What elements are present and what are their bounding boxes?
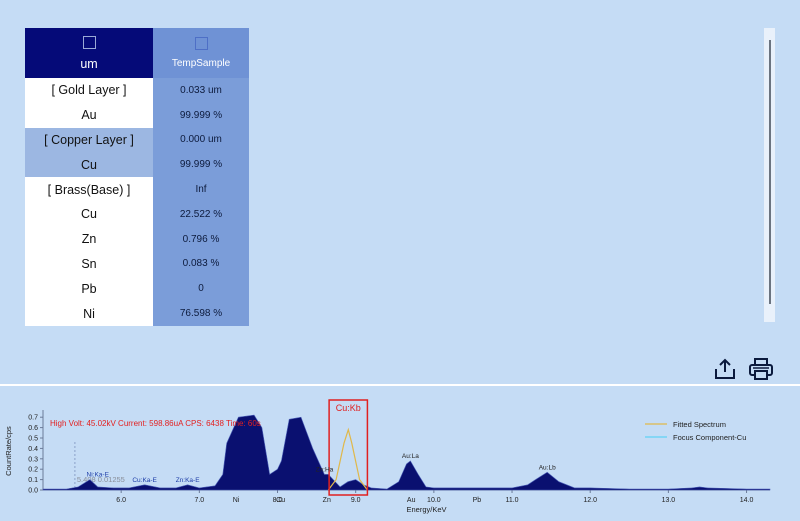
y-tick-label: 0.5 xyxy=(28,436,38,443)
row-label[interactable]: Pb xyxy=(25,276,153,302)
results-table: um TempSample [ Gold Layer ] 0.033 um Au 99… xyxy=(25,28,249,326)
row-label[interactable]: [ Copper Layer ] xyxy=(25,127,153,153)
y-tick-label: 0.2 xyxy=(28,467,38,474)
row-value[interactable]: 22.522 % xyxy=(153,201,249,227)
x-tick-label: 12.0 xyxy=(583,497,597,504)
acquisition-info: High Volt: 45.02kV Current: 598.86uA CPS… xyxy=(50,419,261,428)
row-label[interactable]: Sn xyxy=(25,251,153,277)
y-tick-label: 0.3 xyxy=(28,456,38,463)
row-value[interactable]: 0.033 um xyxy=(153,78,249,103)
peak-label: Ni:Ka-E xyxy=(87,472,110,479)
table-row[interactable]: Cu 22.522 % xyxy=(25,201,249,227)
y-tick-label: 0.6 xyxy=(28,425,38,432)
results-panel: um TempSample [ Gold Layer ] 0.033 um Au 99… xyxy=(0,0,800,384)
table-row[interactable]: [ Gold Layer ] 0.033 um xyxy=(25,78,249,103)
x-tick-label: 10.0 xyxy=(427,497,441,504)
row-value[interactable]: 0 xyxy=(153,276,249,302)
row-value[interactable]: 99.999 % xyxy=(153,152,249,178)
x-tick-label: 6.0 xyxy=(116,497,126,504)
element-marker: Cu xyxy=(276,497,285,504)
table-row[interactable]: Cu 99.999 % xyxy=(25,152,249,178)
y-tick-label: 0.4 xyxy=(28,446,38,453)
x-tick-label: 14.0 xyxy=(740,497,754,504)
row-label[interactable]: [ Brass(Base) ] xyxy=(25,177,153,202)
legend-focus-label: Focus Component-Cu xyxy=(673,433,746,442)
row-label[interactable]: Ni xyxy=(25,301,153,326)
spectrum-chart[interactable]: 0.00.10.20.30.40.50.60.76.0 7.0 8.0 9.0 10.0… xyxy=(0,386,800,516)
row-label[interactable]: Zn xyxy=(25,226,153,252)
table-header-row: um TempSample xyxy=(25,28,249,78)
table-row[interactable]: [ Brass(Base) ] Inf xyxy=(25,177,249,202)
y-tick-label: 0.7 xyxy=(28,415,38,422)
peak-label: Cu:Ka-E xyxy=(132,477,157,484)
select-all-checkbox[interactable] xyxy=(82,35,96,49)
peak-label: Au:La xyxy=(402,453,419,460)
printer-icon[interactable] xyxy=(748,357,774,386)
row-label[interactable]: Cu xyxy=(25,152,153,178)
row-label[interactable]: [ Gold Layer ] xyxy=(25,78,153,103)
legend-fitted-label: Fitted Spectrum xyxy=(673,420,726,429)
export-icon[interactable] xyxy=(713,357,737,386)
y-axis-label: CountRate/cps xyxy=(4,426,13,476)
peak-label: Zn:Ha xyxy=(316,466,334,473)
x-tick-label: 7.0 xyxy=(194,497,204,504)
table-row[interactable]: [ Copper Layer ] 0.000 um xyxy=(25,127,249,153)
cu-kb-label: Cu:Kb xyxy=(336,403,361,413)
x-tick-label: 9.0 xyxy=(351,497,361,504)
peak-label: Au:Lb xyxy=(539,464,556,471)
row-value[interactable]: 0.083 % xyxy=(153,251,249,277)
spectrum-chart-panel: 0.0 0.1 0.2 0.3 0.4 0.5 0.6 0.7 6.0 7.0 8.0 9.0 10.0… xyxy=(0,386,800,516)
scrollbar-thumb[interactable] xyxy=(769,40,771,304)
x-tick-label: 11.0 xyxy=(505,497,518,504)
table-row[interactable]: Au 99.999 % xyxy=(25,102,249,128)
table-row[interactable]: Ni 76.598 % xyxy=(25,301,249,326)
peak-label: Zn:Ka-E xyxy=(176,477,201,484)
row-label[interactable]: Au xyxy=(25,102,153,128)
table-row[interactable]: Sn 0.083 % xyxy=(25,251,249,277)
row-value[interactable]: 76.598 % xyxy=(153,301,249,326)
element-marker: Zn xyxy=(323,497,331,504)
row-value[interactable]: 99.999 % xyxy=(153,102,249,128)
x-axis-label: Energy/KeV xyxy=(406,505,446,514)
row-value[interactable]: 0.000 um xyxy=(153,127,249,153)
vertical-scrollbar[interactable] xyxy=(764,28,775,322)
sample-header-label: TempSample xyxy=(171,58,231,69)
element-marker: Ni xyxy=(233,497,240,504)
x-tick-label: 13.0 xyxy=(662,497,676,504)
table-row[interactable]: Zn 0.796 % xyxy=(25,226,249,252)
row-value[interactable]: 0.796 % xyxy=(153,226,249,252)
y-tick-label: 0.0 xyxy=(28,488,38,495)
row-label[interactable]: Cu xyxy=(25,201,153,227)
unit-header-label: um xyxy=(80,56,98,71)
element-marker: Au xyxy=(407,497,416,504)
sample-checkbox[interactable] xyxy=(194,37,208,50)
row-value[interactable]: Inf xyxy=(153,177,249,202)
table-row[interactable]: Pb 0 xyxy=(25,276,249,302)
sample-header-cell[interactable]: TempSample xyxy=(153,28,249,78)
element-marker: Pb xyxy=(473,497,482,504)
unit-header-cell[interactable]: um xyxy=(25,28,153,78)
y-tick-label: 0.1 xyxy=(28,477,38,484)
